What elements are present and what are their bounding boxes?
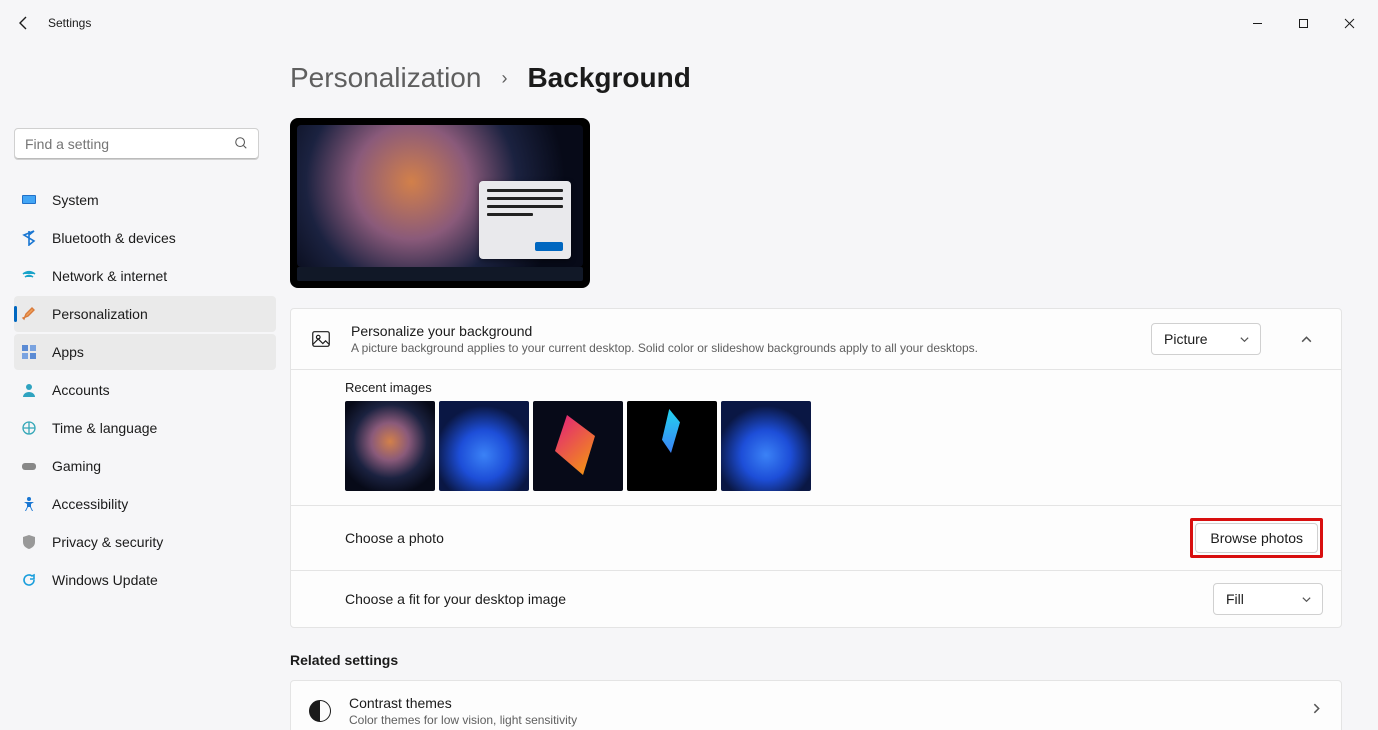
back-button[interactable]: [6, 5, 42, 41]
contrast-themes-link[interactable]: Contrast themes Color themes for low vis…: [290, 680, 1342, 730]
search-icon: [234, 136, 248, 153]
sidebar-item-label: Windows Update: [52, 572, 158, 588]
sidebar-item-label: Gaming: [52, 458, 101, 474]
wifi-icon: [20, 267, 38, 285]
personalize-title: Personalize your background: [351, 323, 1133, 339]
recent-image-5[interactable]: [721, 401, 811, 491]
bluetooth-icon: [20, 229, 38, 247]
highlight-ring: Browse photos: [1190, 518, 1323, 558]
sidebar-item-apps[interactable]: Apps: [14, 334, 276, 370]
shield-icon: [20, 533, 38, 551]
sidebar-item-privacy[interactable]: Privacy & security: [14, 524, 276, 560]
sidebar-item-label: Accounts: [52, 382, 110, 398]
sidebar-item-network[interactable]: Network & internet: [14, 258, 276, 294]
sidebar-item-label: Apps: [52, 344, 84, 360]
collapse-button[interactable]: [1289, 323, 1323, 355]
window-title: Settings: [48, 16, 91, 30]
sidebar-item-label: Network & internet: [52, 268, 167, 284]
sidebar-item-label: Bluetooth & devices: [52, 230, 176, 246]
gamepad-icon: [20, 457, 38, 475]
sidebar-item-personalization[interactable]: Personalization: [14, 296, 276, 332]
recent-images-label: Recent images: [345, 380, 1323, 395]
sidebar-item-label: System: [52, 192, 99, 208]
recent-image-4[interactable]: [627, 401, 717, 491]
sidebar-item-time[interactable]: Time & language: [14, 410, 276, 446]
person-icon: [20, 381, 38, 399]
maximize-button[interactable]: [1280, 7, 1326, 39]
sidebar-item-bluetooth[interactable]: Bluetooth & devices: [14, 220, 276, 256]
chevron-right-icon: ›: [501, 68, 507, 89]
chevron-down-icon: [1239, 334, 1250, 345]
sidebar-item-label: Time & language: [52, 420, 157, 436]
chevron-right-icon: [1310, 702, 1323, 720]
choose-fit-label: Choose a fit for your desktop image: [345, 591, 1213, 607]
desktop-preview: [290, 118, 590, 288]
brush-icon: [20, 305, 38, 323]
background-type-select[interactable]: Picture: [1151, 323, 1261, 355]
sidebar-item-label: Accessibility: [52, 496, 128, 512]
recent-image-3[interactable]: [533, 401, 623, 491]
choose-photo-label: Choose a photo: [345, 530, 1190, 546]
sidebar-item-update[interactable]: Windows Update: [14, 562, 276, 598]
sidebar-item-label: Personalization: [52, 306, 148, 322]
sidebar-item-accessibility[interactable]: Accessibility: [14, 486, 276, 522]
minimize-button[interactable]: [1234, 7, 1280, 39]
recent-image-2[interactable]: [439, 401, 529, 491]
accessibility-icon: [20, 495, 38, 513]
preview-window: [479, 181, 571, 259]
page-title: Background: [527, 62, 690, 94]
personalize-background-card: Personalize your background A picture ba…: [290, 308, 1342, 628]
sync-icon: [20, 571, 38, 589]
contrast-subtitle: Color themes for low vision, light sensi…: [349, 713, 577, 727]
search-input-wrapper[interactable]: [14, 128, 259, 160]
related-settings-heading: Related settings: [290, 652, 1342, 668]
sidebar-item-label: Privacy & security: [52, 534, 163, 550]
personalize-subtitle: A picture background applies to your cur…: [351, 341, 1133, 355]
search-input[interactable]: [25, 136, 234, 152]
globe-clock-icon: [20, 419, 38, 437]
close-button[interactable]: [1326, 7, 1372, 39]
breadcrumb: Personalization › Background: [290, 62, 1342, 94]
picture-icon: [309, 327, 333, 351]
contrast-title: Contrast themes: [349, 695, 577, 711]
sidebar-item-gaming[interactable]: Gaming: [14, 448, 276, 484]
sidebar-item-accounts[interactable]: Accounts: [14, 372, 276, 408]
fit-select[interactable]: Fill: [1213, 583, 1323, 615]
contrast-icon: [309, 700, 331, 722]
recent-image-1[interactable]: [345, 401, 435, 491]
browse-photos-button[interactable]: Browse photos: [1195, 523, 1318, 553]
grid-icon: [20, 343, 38, 361]
breadcrumb-parent[interactable]: Personalization: [290, 62, 481, 94]
preview-taskbar: [297, 267, 583, 281]
sidebar-item-system[interactable]: System: [14, 182, 276, 218]
monitor-icon: [20, 191, 38, 209]
chevron-down-icon: [1301, 594, 1312, 605]
